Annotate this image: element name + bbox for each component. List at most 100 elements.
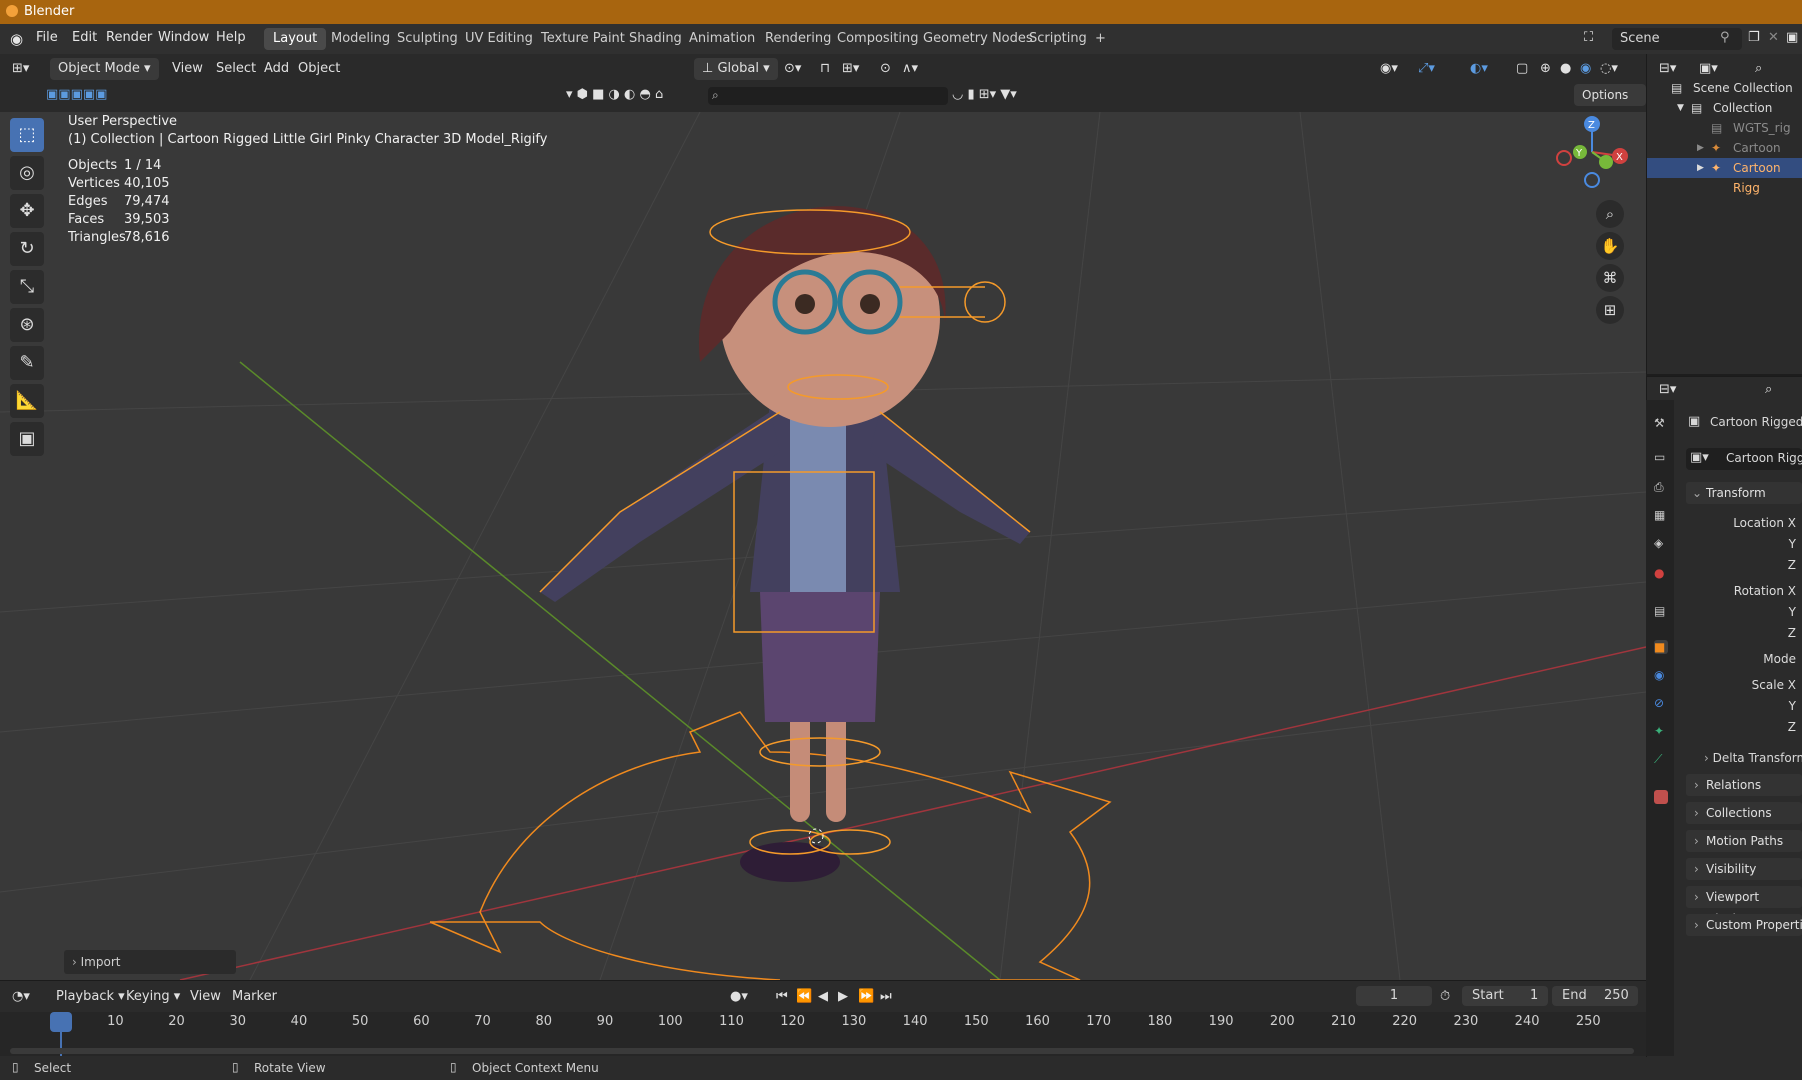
visibility-section[interactable]: › Visibility bbox=[1686, 858, 1802, 880]
tab-sculpting[interactable]: Sculpting bbox=[388, 28, 467, 50]
armature-data-tab-icon[interactable]: ✦ bbox=[1654, 724, 1668, 738]
snap-icon[interactable]: ⊓ bbox=[820, 58, 830, 80]
data-name-field[interactable]: ▣▾ Cartoon Rigged bbox=[1686, 448, 1802, 470]
menu-file[interactable]: File bbox=[36, 30, 58, 45]
shading-rendered-icon[interactable]: ◌▾ bbox=[1600, 58, 1618, 80]
motion-paths-section[interactable]: › Motion Paths bbox=[1686, 830, 1802, 852]
scale-icon[interactable]: ⤡ bbox=[10, 270, 44, 304]
menu-edit[interactable]: Edit bbox=[72, 30, 97, 45]
delta-transform-section[interactable]: › Delta Transform bbox=[1704, 748, 1802, 768]
rotate-icon[interactable]: ↻ bbox=[10, 232, 44, 266]
zoom-icon[interactable]: ⌕ bbox=[1596, 200, 1624, 228]
properties-editor-icon[interactable]: ⊟▾ bbox=[1659, 379, 1676, 401]
prev-keyframe-icon[interactable]: ⏪ bbox=[796, 986, 812, 1008]
texture-tab-icon[interactable] bbox=[1654, 790, 1668, 804]
next-keyframe-icon[interactable]: ⏩ bbox=[858, 986, 874, 1008]
object-tab-icon[interactable]: ■ bbox=[1654, 640, 1668, 654]
tool-tab-icon[interactable]: ⚒ bbox=[1654, 416, 1668, 430]
menu-view[interactable]: View bbox=[172, 58, 203, 80]
options-dropdown[interactable]: Options ▾ bbox=[1574, 84, 1646, 124]
collection-tab-icon[interactable]: ▤ bbox=[1654, 604, 1668, 618]
cursor-icon[interactable]: ◎ bbox=[10, 156, 44, 190]
data-type-icon[interactable]: ▣▾ bbox=[1690, 450, 1709, 465]
character-model[interactable] bbox=[540, 206, 1030, 882]
delete-scene-icon[interactable]: ✕ bbox=[1768, 30, 1779, 45]
viewport-display-section[interactable]: › Viewport Display bbox=[1686, 886, 1802, 926]
world-tab-icon[interactable]: ● bbox=[1654, 566, 1668, 580]
scene-tab-icon[interactable]: ◈ bbox=[1654, 536, 1668, 550]
pin-icon[interactable]: ⚲ bbox=[1720, 30, 1730, 45]
select-mode-icons[interactable]: ▣▣▣▣▣ bbox=[46, 84, 107, 106]
annotate-icon[interactable]: ✎ bbox=[10, 346, 44, 380]
collections-section[interactable]: › Collections bbox=[1686, 802, 1802, 824]
outliner-row-armature-selected[interactable]: ▶ ✦ Cartoon Rigg bbox=[1647, 158, 1802, 195]
transform-section-header[interactable]: ⌄ Transform bbox=[1686, 482, 1802, 504]
display-mode-icon[interactable]: ▣▾ bbox=[1699, 58, 1718, 80]
menu-help[interactable]: Help bbox=[216, 30, 246, 45]
filter-object-types-icons[interactable]: ▾ ⬢ ■ ◑ ◐ ◓ ⌂ bbox=[566, 84, 663, 106]
playhead[interactable] bbox=[50, 1012, 72, 1032]
axis-gizmo[interactable]: Z X Y bbox=[1540, 112, 1640, 192]
expand-arrow-icon[interactable]: ▶ bbox=[1697, 138, 1704, 158]
menu-render[interactable]: Render bbox=[106, 30, 152, 45]
ortho-grid-icon[interactable]: ⊞ bbox=[1596, 296, 1624, 324]
end-frame-field[interactable]: End 250 bbox=[1552, 986, 1638, 1006]
gizmo-icon[interactable]: ⤢▾ bbox=[1418, 58, 1435, 80]
editor-type-icon[interactable]: ⊞▾ bbox=[12, 58, 29, 80]
properties-search-icon[interactable]: ⌕ bbox=[1765, 379, 1772, 401]
bone-tab-icon[interactable]: ⟋ bbox=[1654, 752, 1668, 766]
timeline-editor-icon[interactable]: ◔▾ bbox=[12, 986, 30, 1008]
jump-start-icon[interactable]: ⏮ bbox=[776, 986, 788, 1008]
tab-animation[interactable]: Animation bbox=[680, 28, 764, 50]
custom-properties-section[interactable]: › Custom Properties bbox=[1686, 914, 1802, 936]
orientation-dropdown[interactable]: ⊥ Global ▾ bbox=[694, 58, 778, 80]
menu-add[interactable]: Add bbox=[264, 58, 289, 80]
menu-select[interactable]: Select bbox=[216, 58, 256, 80]
shading-wireframe-icon[interactable]: ⊕ bbox=[1540, 58, 1551, 80]
stopwatch-icon[interactable]: ⏱ bbox=[1440, 986, 1450, 1008]
visibility-icon[interactable]: ◉▾ bbox=[1380, 58, 1398, 80]
outliner-row-collection[interactable]: ▼ ▤ Collection bbox=[1647, 98, 1802, 118]
menu-timeline-view[interactable]: View bbox=[190, 986, 221, 1008]
expand-arrow-icon[interactable]: ▶ bbox=[1697, 158, 1704, 178]
menu-keying[interactable]: Keying ▾ bbox=[126, 986, 180, 1008]
tab-layout[interactable]: Layout bbox=[264, 28, 327, 50]
object-name-field[interactable]: ▣ Cartoon Rigged Li bbox=[1686, 412, 1802, 434]
timeline-scrollbar[interactable] bbox=[10, 1048, 1634, 1054]
new-scene-icon[interactable]: ❐ bbox=[1748, 30, 1760, 45]
output-tab-icon[interactable]: ⎙ bbox=[1654, 480, 1668, 494]
filter-icons[interactable]: ◡ ▮ ⊞▾ ▼▾ bbox=[952, 84, 1017, 106]
outliner-row-wgts-rig[interactable]: ▤ WGTS_rig bbox=[1647, 118, 1802, 138]
measure-icon[interactable]: 📐 bbox=[10, 384, 44, 418]
mode-dropdown[interactable]: Object Mode ▾ bbox=[50, 58, 159, 80]
record-icon[interactable]: ●▾ bbox=[730, 986, 748, 1008]
camera-view-icon[interactable]: ⌘ bbox=[1596, 264, 1624, 292]
shading-material-icon[interactable]: ◉ bbox=[1580, 58, 1591, 80]
relations-section[interactable]: › Relations bbox=[1686, 774, 1802, 796]
xray-icon[interactable]: ▢ bbox=[1516, 58, 1528, 80]
outliner-editor-icon[interactable]: ⊟▾ bbox=[1659, 58, 1676, 80]
view-layer-icon[interactable]: ▣ bbox=[1786, 30, 1798, 45]
play-icon[interactable]: ▶ bbox=[838, 986, 848, 1008]
blender-menu-icon[interactable]: ◉ bbox=[10, 30, 23, 48]
add-workspace-button[interactable]: + bbox=[1086, 28, 1115, 50]
scene-icon[interactable]: ⛶ bbox=[1584, 30, 1593, 45]
menu-object[interactable]: Object bbox=[298, 58, 340, 80]
tab-uv-editing[interactable]: UV Editing bbox=[456, 28, 542, 50]
current-frame-field[interactable]: 1 bbox=[1356, 986, 1432, 1006]
tab-compositing[interactable]: Compositing bbox=[828, 28, 928, 50]
view-layer-tab-icon[interactable]: ▦ bbox=[1654, 508, 1668, 522]
snap-target-icon[interactable]: ⊞▾ bbox=[842, 58, 859, 80]
transform-icon[interactable]: ⊛ bbox=[10, 308, 44, 342]
viewport-3d[interactable]: User Perspective (1) Collection | Cartoo… bbox=[0, 112, 1646, 980]
constraint-tab-icon[interactable]: ⊘ bbox=[1654, 696, 1668, 710]
timeline-ruler[interactable]: 1102030405060708090100110120130140150160… bbox=[0, 1012, 1646, 1056]
play-reverse-icon[interactable]: ◀ bbox=[818, 986, 828, 1008]
search-input[interactable]: ⌕ bbox=[708, 87, 948, 105]
menu-window[interactable]: Window bbox=[158, 30, 209, 45]
tab-texture-paint[interactable]: Texture Paint bbox=[532, 28, 634, 50]
outliner-row-scene-collection[interactable]: ▤ Scene Collection bbox=[1647, 78, 1802, 98]
outliner-search-icon[interactable]: ⌕ bbox=[1755, 58, 1762, 80]
modifier-tab-icon[interactable]: ◉ bbox=[1654, 668, 1668, 682]
proportional-edit-icon[interactable]: ⊙ bbox=[880, 58, 891, 80]
